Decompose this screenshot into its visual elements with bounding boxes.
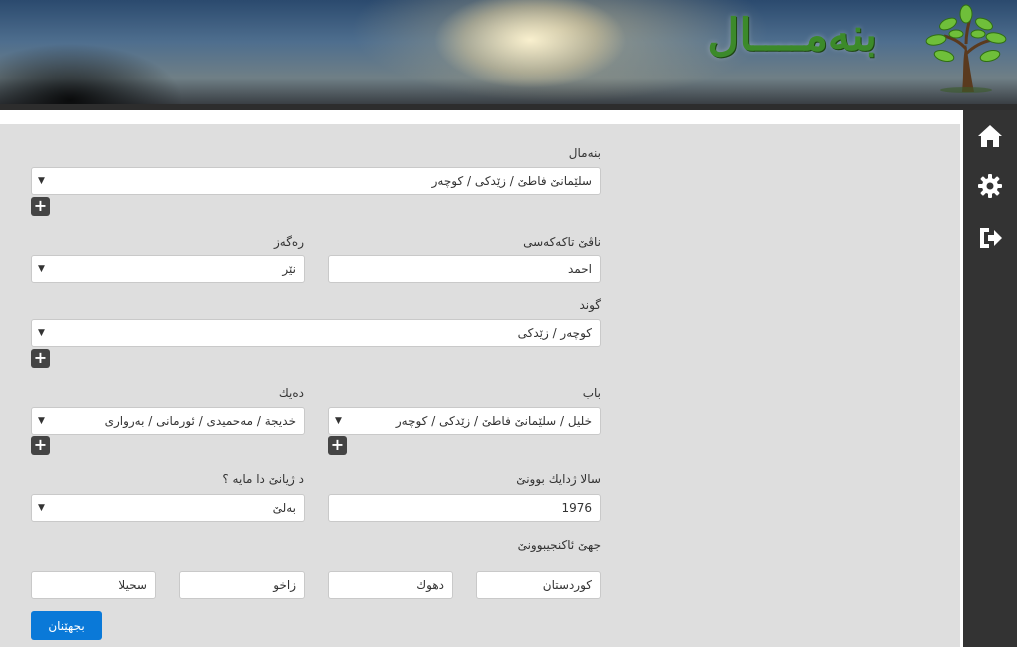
chevron-down-icon: ▼: [38, 503, 45, 513]
add-family-button[interactable]: +: [31, 197, 50, 216]
father-select[interactable]: خلیل / سلێمانێ فاطێ / زێدکی / کوچەر ▼: [328, 407, 601, 435]
birthplace-village-input[interactable]: سحیلا: [31, 571, 156, 599]
app-logo-text: بنەمــــال: [707, 10, 877, 61]
family-value: سلێمانێ فاطێ / زێدکی / کوچەر: [431, 174, 592, 188]
chevron-down-icon: ▼: [335, 416, 342, 426]
father-value: خلیل / سلێمانێ فاطێ / زێدکی / کوچەر: [395, 414, 592, 428]
birthplace-country-input[interactable]: کوردستان: [476, 571, 601, 599]
gender-label: رەگەز: [273, 235, 304, 249]
personal-name-label: ناڤێ تاکەکەسی: [523, 235, 601, 249]
chevron-down-icon: ▼: [38, 416, 45, 426]
family-label: بنەمال: [568, 146, 601, 160]
family-select[interactable]: سلێمانێ فاطێ / زێدکی / کوچەر ▼: [31, 167, 601, 195]
chevron-down-icon: ▼: [38, 328, 45, 338]
personal-name-value: احمد: [568, 262, 592, 276]
home-icon[interactable]: [976, 122, 1004, 150]
sign-out-icon[interactable]: [976, 224, 1004, 252]
sidebar: [963, 110, 1017, 647]
birth-year-input[interactable]: 1976: [328, 494, 601, 522]
gender-select[interactable]: نێر ▼: [31, 255, 305, 283]
header-divider: [0, 104, 1017, 110]
birthplace-district-input[interactable]: زاخو: [179, 571, 305, 599]
mother-value: خدیجة / مەحمیدی / ئورمانی / بەرواری: [104, 414, 296, 428]
birthplace-village-value: سحیلا: [118, 578, 147, 592]
add-village-button[interactable]: +: [31, 349, 50, 368]
add-mother-button[interactable]: +: [31, 436, 50, 455]
village-value: کوچەر / زێدکی: [517, 326, 592, 340]
mother-label: دەیك: [278, 386, 304, 400]
submit-button[interactable]: بجهێنان: [31, 611, 102, 640]
add-father-button[interactable]: +: [328, 436, 347, 455]
birthplace-country-value: کوردستان: [542, 578, 592, 592]
alive-label: د ژیانێ دا مایە ؟: [222, 472, 304, 486]
chevron-down-icon: ▼: [38, 176, 45, 186]
birthplace-city-value: دهوك: [416, 578, 444, 592]
gender-value: نێر: [282, 262, 296, 276]
tree-logo-icon: [925, 4, 1007, 93]
alive-value: بەلێ: [272, 501, 296, 515]
chevron-down-icon: ▼: [38, 264, 45, 274]
birthplace-district-value: زاخو: [273, 578, 296, 592]
birthplace-city-input[interactable]: دهوك: [328, 571, 453, 599]
alive-select[interactable]: بەلێ ▼: [31, 494, 305, 522]
mother-select[interactable]: خدیجة / مەحمیدی / ئورمانی / بەرواری ▼: [31, 407, 305, 435]
father-label: باب: [582, 386, 601, 400]
birthplace-label: جهێ ئاکنجیبوونێ: [517, 538, 601, 552]
personal-name-input[interactable]: احمد: [328, 255, 601, 283]
village-label: گوند: [579, 298, 601, 312]
village-select[interactable]: کوچەر / زێدکی ▼: [31, 319, 601, 347]
birth-year-label: سالا ژدایك بوونێ: [516, 472, 601, 486]
birth-year-value: 1976: [561, 501, 592, 515]
main-content: [0, 124, 960, 647]
gear-icon[interactable]: [976, 172, 1004, 200]
